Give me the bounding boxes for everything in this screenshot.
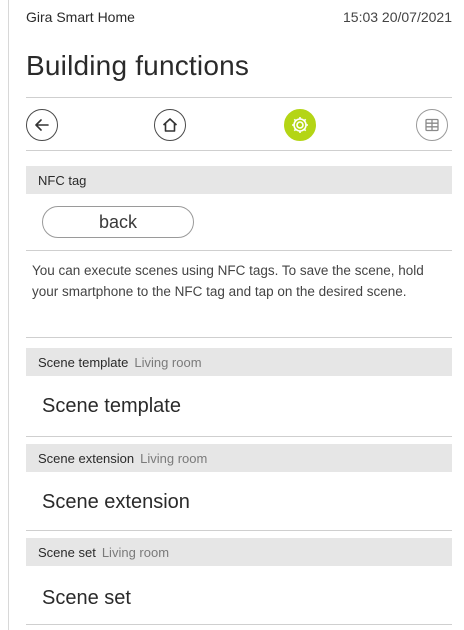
- status-datetime: 15:03 20/07/2021: [343, 9, 452, 25]
- divider: [26, 624, 452, 625]
- nfc-section-header: NFC tag: [26, 166, 452, 194]
- scene-type-label: Scene set: [38, 544, 96, 560]
- scene-section-header: Scene set Living room: [26, 538, 452, 566]
- scene-room-label: Living room: [101, 544, 170, 560]
- app-name: Gira Smart Home: [26, 9, 135, 25]
- divider: [26, 250, 452, 251]
- scene-list-item[interactable]: Scene set: [26, 568, 452, 628]
- gear-icon: [292, 117, 308, 133]
- scene-list-item[interactable]: Scene extension: [26, 472, 452, 532]
- scene-section-header: Scene template Living room: [26, 348, 452, 376]
- rooms-nav-button[interactable]: [416, 109, 448, 141]
- arrow-left-icon: [35, 119, 49, 131]
- divider: [26, 337, 452, 338]
- scene-section-header: Scene extension Living room: [26, 444, 452, 472]
- scene-name: Scene extension: [42, 490, 190, 513]
- nav-bar: [26, 102, 452, 146]
- back-button[interactable]: back: [42, 206, 194, 238]
- app-container: Gira Smart Home 15:03 20/07/2021 Buildin…: [26, 0, 452, 630]
- back-nav-button[interactable]: [26, 109, 58, 141]
- home-nav-button[interactable]: [154, 109, 186, 141]
- scene-room-label: Living room: [134, 354, 202, 370]
- divider: [26, 530, 452, 531]
- scene-list-item[interactable]: Scene template: [26, 376, 452, 436]
- grid-icon: [425, 118, 439, 132]
- home-icon: [162, 118, 178, 132]
- divider: [26, 97, 452, 98]
- back-button-label: back: [98, 211, 138, 232]
- nfc-info-text: You can execute scenes using NFC tags. T…: [32, 263, 424, 299]
- left-frame-edge: [8, 0, 9, 630]
- scene-name: Scene template: [42, 394, 181, 417]
- status-bar: Gira Smart Home 15:03 20/07/2021: [26, 0, 452, 34]
- page-title: Building functions: [26, 50, 250, 81]
- settings-nav-button[interactable]: [284, 109, 316, 141]
- divider: [26, 436, 452, 437]
- scene-name: Scene set: [42, 586, 131, 609]
- scene-type-label: Scene template: [38, 354, 129, 370]
- divider: [26, 150, 452, 151]
- scene-room-label: Living room: [140, 450, 208, 466]
- scene-type-label: Scene extension: [38, 450, 135, 466]
- section-title: NFC tag: [38, 172, 87, 188]
